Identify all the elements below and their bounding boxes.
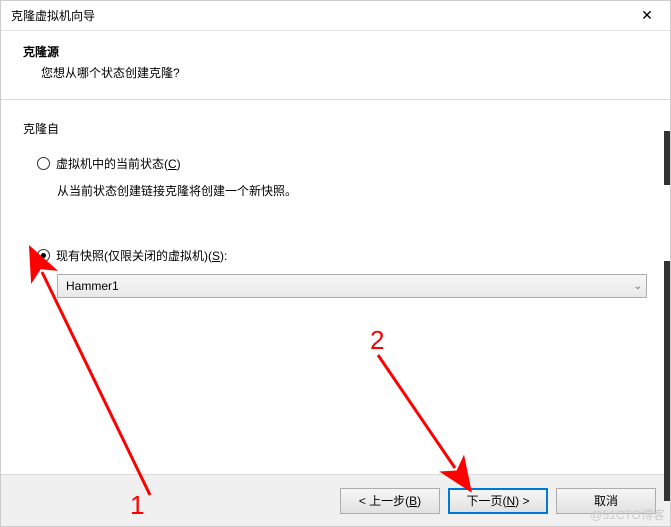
radio-snapshot-label: 现有快照(仅限关闭的虚拟机)(S): — [56, 247, 227, 264]
close-icon: ✕ — [641, 7, 653, 24]
watermark: @51CTO博客 — [590, 506, 665, 523]
radio-existing-snapshot[interactable]: 现有快照(仅限关闭的虚拟机)(S): — [37, 247, 648, 264]
radio-icon — [37, 157, 50, 170]
wizard-footer: < 上一步(B) 下一页(N) > 取消 — [1, 474, 670, 526]
wizard-header: 克隆源 您想从哪个状态创建克隆? — [1, 31, 670, 100]
radio-current-state[interactable]: 虚拟机中的当前状态(C) — [37, 155, 648, 172]
snapshot-dropdown[interactable]: Hammer1 ⌄ — [57, 274, 647, 298]
annotation-number-2: 2 — [370, 325, 384, 356]
header-title: 克隆源 — [23, 43, 648, 60]
titlebar: 克隆虚拟机向导 ✕ — [1, 1, 670, 31]
radio-current-description: 从当前状态创建链接克隆将创建一个新快照。 — [57, 182, 648, 199]
radio-icon — [37, 249, 50, 262]
close-button[interactable]: ✕ — [624, 1, 670, 31]
decorative-edge — [664, 131, 670, 185]
back-button[interactable]: < 上一步(B) — [340, 488, 440, 514]
group-label: 克隆自 — [23, 120, 648, 137]
dropdown-value: Hammer1 — [66, 279, 119, 293]
next-button[interactable]: 下一页(N) > — [448, 488, 548, 514]
decorative-edge — [664, 261, 670, 501]
wizard-content: 克隆自 虚拟机中的当前状态(C) 从当前状态创建链接克隆将创建一个新快照。 现有… — [1, 100, 670, 450]
radio-current-label: 虚拟机中的当前状态(C) — [56, 155, 181, 172]
wizard-window: 克隆虚拟机向导 ✕ 克隆源 您想从哪个状态创建克隆? 克隆自 虚拟机中的当前状态… — [0, 0, 671, 527]
annotation-number-1: 1 — [130, 490, 144, 521]
header-subtitle: 您想从哪个状态创建克隆? — [41, 64, 648, 81]
window-title: 克隆虚拟机向导 — [11, 7, 95, 24]
chevron-down-icon: ⌄ — [634, 281, 642, 292]
